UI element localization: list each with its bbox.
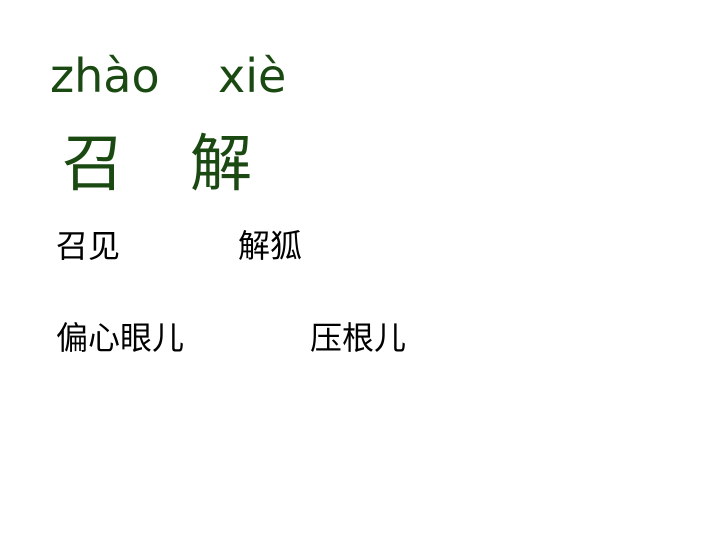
lesson-slide: zhào xiè 召 解 召见 解狐 偏心眼儿 压根儿	[0, 0, 720, 540]
vocab-word: 偏心眼儿	[56, 319, 185, 357]
character-xie: 解	[190, 127, 253, 200]
vocab-word: 召见	[56, 227, 121, 265]
vocab-word: 压根儿	[310, 319, 407, 357]
pinyin-xie: xiè	[218, 49, 287, 103]
vocab-word: 解狐	[238, 227, 303, 265]
character-zhao: 召	[62, 127, 125, 200]
pinyin-zhao: zhào	[50, 49, 160, 103]
